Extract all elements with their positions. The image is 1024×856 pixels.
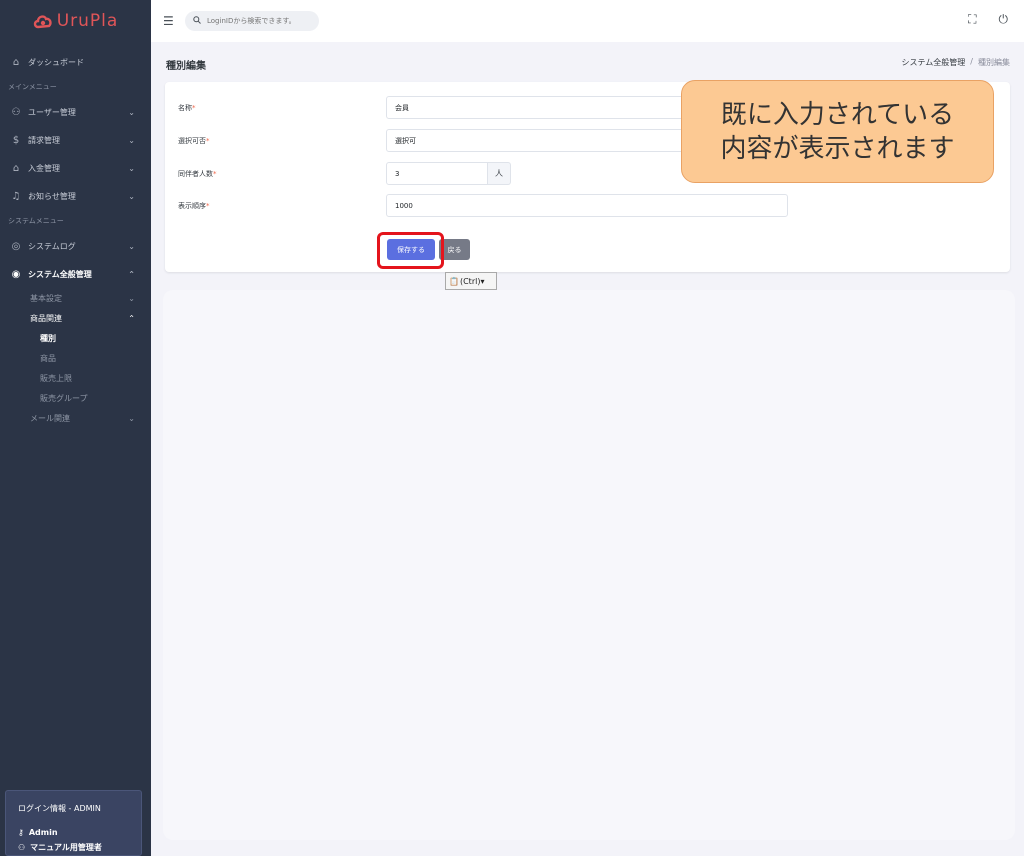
chevron-up-icon: ⌃ — [128, 313, 135, 323]
sidebar-item-label: ダッシュボード — [28, 57, 84, 67]
form-row-order: 表示順序* 1000 — [178, 194, 788, 217]
login-user-name: Admin — [28, 828, 58, 837]
companions-unit: 人 — [488, 162, 511, 185]
bank-icon: ⌂ — [12, 162, 20, 174]
chevron-down-icon: ⌄ — [128, 191, 135, 201]
sidebar-nav: ⌂ ダッシュボード メインメニュー ⚇ ユーザー管理 ⌄ $ 請求管理 ⌄ ⌂ … — [0, 42, 151, 428]
chevron-down-icon: ⌄ — [128, 293, 135, 303]
sidebar-subsub-type[interactable]: 種別 — [0, 328, 151, 348]
companions-label: 同伴者人数* — [178, 169, 217, 178]
name-label: 名称* — [178, 103, 196, 112]
login-user-row: ⚷ Admin — [18, 828, 129, 837]
logo-text: UruPla — [56, 11, 119, 31]
sidebar-item-system-log[interactable]: ◎ システムログ ⌄ — [0, 232, 151, 260]
sidebar-subitem-label: 基本設定 — [30, 293, 62, 303]
chevron-down-icon: ⌄ — [128, 241, 135, 251]
search-box[interactable] — [185, 11, 319, 31]
key-icon: ⚷ — [18, 828, 24, 837]
sidebar-subitem-basic[interactable]: 基本設定 ⌄ — [0, 288, 151, 308]
login-role-row: ⚇ マニュアル用管理者 — [18, 842, 129, 853]
order-label: 表示順序* — [178, 201, 210, 210]
sidebar-item-dashboard[interactable]: ⌂ ダッシュボード — [0, 48, 151, 76]
annotation-callout: 既に入力されている 内容が表示されます — [681, 80, 994, 183]
bell-icon: ♫ — [11, 190, 21, 202]
sidebar-subsub-sales-limit[interactable]: 販売上限 — [0, 368, 151, 388]
chevron-down-icon: ⌄ — [128, 413, 135, 423]
breadcrumb-item[interactable]: システム全般管理 — [902, 57, 966, 68]
sidebar-item-payments[interactable]: ⌂ 入金管理 ⌄ — [0, 154, 151, 182]
login-info-panel: ログイン情報 - ADMIN ⚷ Admin ⚇ マニュアル用管理者 — [5, 790, 142, 856]
sidebar-subitem-label: 商品関連 — [30, 313, 62, 323]
sidebar-item-label: 入金管理 — [28, 163, 60, 173]
sidebar-subitem-label: メール関連 — [30, 413, 70, 423]
search-input[interactable] — [207, 17, 317, 25]
paste-options-widget[interactable]: 📋 (Ctrl)▾ — [445, 272, 497, 290]
login-user-role: マニュアル用管理者 — [30, 843, 102, 852]
chevron-down-icon: ⌄ — [128, 163, 135, 173]
fullscreen-icon[interactable]: ⛶ — [968, 12, 976, 27]
cloud-logo-icon — [33, 13, 53, 29]
sidebar-item-label: ユーザー管理 — [28, 107, 76, 117]
login-info-title: ログイン情報 - ADMIN — [18, 804, 101, 813]
breadcrumb: システム全般管理 / 種別編集 — [902, 57, 1010, 68]
sidebar-subsub-product[interactable]: 商品 — [0, 348, 151, 368]
page-title: 種別編集 — [166, 61, 206, 72]
search-icon — [193, 16, 201, 26]
sidebar-item-notices[interactable]: ♫ お知らせ管理 ⌄ — [0, 182, 151, 210]
sidebar-item-billing[interactable]: $ 請求管理 ⌄ — [0, 126, 151, 154]
sidebar-item-label: システムログ — [28, 241, 76, 251]
breadcrumb-separator: / — [970, 57, 973, 66]
clipboard-icon: 📋 — [449, 276, 459, 286]
brand-logo[interactable]: UruPla — [0, 0, 151, 42]
topbar-actions: ⛶ ⏻ — [968, 12, 1008, 27]
form-row-companions: 同伴者人数* 3 人 — [178, 162, 511, 185]
callout-line-2: 内容が表示されます — [720, 133, 955, 164]
power-icon[interactable]: ⏻ — [999, 12, 1009, 27]
sidebar-item-users[interactable]: ⚇ ユーザー管理 ⌄ — [0, 98, 151, 126]
home-icon: ⌂ — [12, 56, 20, 68]
order-field[interactable]: 1000 — [386, 194, 788, 217]
paste-options-label: (Ctrl)▾ — [459, 276, 485, 286]
callout-line-1: 既に入力されている — [720, 99, 955, 130]
chevron-down-icon: ⌄ — [128, 135, 135, 145]
sidebar-item-system-general[interactable]: ◉ システム全般管理 ⌃ — [0, 260, 151, 288]
save-button-highlight — [377, 232, 444, 269]
sidebar-item-label: システム全般管理 — [28, 269, 92, 279]
globe-icon: ◉ — [11, 268, 21, 280]
chevron-down-icon: ⌄ — [128, 107, 135, 117]
sidebar-item-label: 請求管理 — [28, 135, 60, 145]
section-system-menu: システムメニュー — [8, 217, 64, 225]
sidebar-item-label: お知らせ管理 — [28, 191, 76, 201]
content-panel — [163, 290, 1015, 840]
chevron-up-icon: ⌃ — [128, 269, 135, 279]
sidebar-subitem-mail[interactable]: メール関連 ⌄ — [0, 408, 151, 428]
menu-icon[interactable]: ☰ — [163, 14, 177, 28]
users-icon: ⚇ — [18, 843, 26, 852]
section-main-menu: メインメニュー — [8, 83, 57, 91]
user-icon: ⚇ — [11, 106, 21, 118]
topbar: ☰ ⛶ ⏻ — [151, 0, 1024, 42]
sidebar-subsub-sales-group[interactable]: 販売グループ — [0, 388, 151, 408]
sidebar-subitem-products[interactable]: 商品関連 ⌃ — [0, 308, 151, 328]
dollar-icon: $ — [12, 134, 20, 146]
selectable-label: 選択可否* — [178, 136, 210, 145]
companions-field[interactable]: 3 — [386, 162, 488, 185]
globe-icon: ◎ — [11, 240, 21, 252]
sidebar: UruPla ⌂ ダッシュボード メインメニュー ⚇ ユーザー管理 ⌄ $ 請求… — [0, 0, 151, 856]
breadcrumb-current: 種別編集 — [978, 58, 1010, 67]
